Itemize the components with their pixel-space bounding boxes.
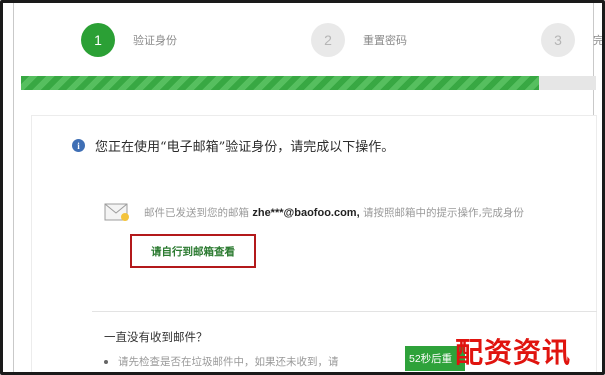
mail-sent-message: 邮件已发送到您的邮箱 zhe***@baofoo.com, 请按照邮箱中的提示操… — [104, 202, 524, 222]
step-1-circle: 1 — [81, 23, 115, 57]
faq-line: 请先检查是否在垃圾邮件中，如果还未收到，请 — [104, 354, 339, 369]
mail-prefix: 邮件已发送到您的邮箱 — [144, 206, 249, 219]
notice: i 您正在使用“电子邮箱”验证身份，请完成以下操作。 — [72, 136, 394, 155]
goto-mailbox-highlight: 请自行到邮箱查看 — [130, 234, 256, 268]
progress-bar — [21, 76, 596, 90]
step-1-label: 验证身份 — [133, 34, 177, 47]
mail-text: 邮件已发送到您的邮箱 zhe***@baofoo.com, 请按照邮箱中的提示操… — [144, 205, 524, 220]
step-3: 3 完 — [541, 22, 604, 58]
divider — [92, 311, 597, 312]
step-3-circle: 3 — [541, 23, 575, 57]
envelope-icon — [104, 202, 130, 222]
step-2: 2 重置密码 — [311, 22, 407, 58]
step-3-label: 完 — [593, 34, 604, 47]
watermark-logo: 配资资讯 — [455, 336, 572, 369]
progress-fill — [21, 76, 539, 90]
info-icon: i — [72, 139, 85, 152]
step-2-circle: 2 — [311, 23, 345, 57]
mail-suffix: 请按照邮箱中的提示操作,完成身份 — [362, 206, 524, 219]
email-address: zhe***@baofoo.com, — [252, 206, 360, 219]
step-2-label: 重置密码 — [363, 34, 407, 47]
stepper: 1 验证身份 2 重置密码 3 完 — [3, 3, 602, 73]
faq-line-text: 请先检查是否在垃圾邮件中，如果还未收到，请 — [118, 356, 339, 368]
bullet-icon — [104, 359, 108, 364]
notice-text: 您正在使用“电子邮箱”验证身份，请完成以下操作。 — [95, 140, 395, 155]
page-frame: 1 验证身份 2 重置密码 3 完 i 您正在使用“电子邮箱”验证身份，请完成以… — [0, 0, 605, 375]
faq-title: 一直没有收到邮件？ — [104, 330, 208, 344]
step-1: 1 验证身份 — [81, 22, 177, 58]
goto-mailbox-link[interactable]: 请自行到邮箱查看 — [151, 244, 235, 259]
